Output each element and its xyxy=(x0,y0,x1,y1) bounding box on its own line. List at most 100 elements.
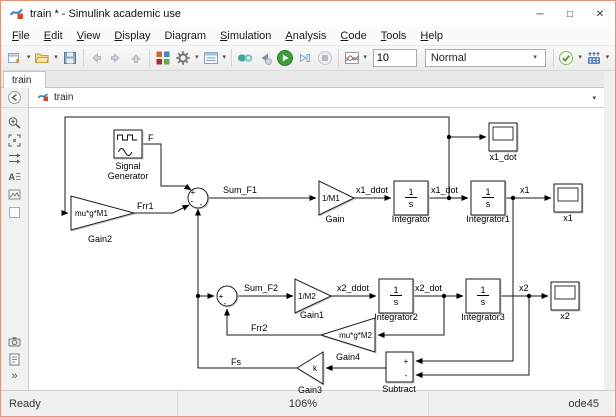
block-integrator[interactable]: 1 s Integrator xyxy=(392,181,431,224)
block-scope-x2[interactable]: x2 xyxy=(551,282,579,321)
data-inspector-dropdown-icon[interactable]: ▾ xyxy=(362,48,369,68)
palette-sidebar: A » xyxy=(1,88,29,390)
gain4-expression: mu*g*M2 xyxy=(339,331,372,340)
tab-train[interactable]: train xyxy=(3,71,46,88)
simulation-data-inspector-button[interactable] xyxy=(342,48,362,68)
signal-label-x2-ddot: x2_ddot xyxy=(337,283,370,293)
block-scope-x1-dot[interactable]: x1_dot xyxy=(489,123,517,162)
svg-text:Generator: Generator xyxy=(108,171,149,181)
open-button[interactable] xyxy=(32,48,52,68)
build-dropdown-icon[interactable]: ▾ xyxy=(604,48,611,68)
block-gain1[interactable]: 1/M2 Gain1 xyxy=(295,279,331,320)
model-settings-gear-button[interactable] xyxy=(173,48,193,68)
close-button[interactable]: ✕ xyxy=(585,1,615,27)
model-advisor-dropdown-icon[interactable]: ▾ xyxy=(576,48,583,68)
signal-routing-icon[interactable] xyxy=(7,151,22,166)
toolbar-separator xyxy=(338,49,339,67)
menu-help[interactable]: Help xyxy=(413,30,450,42)
block-sum2[interactable]: + - xyxy=(217,286,237,308)
maximize-button[interactable]: □ xyxy=(555,1,585,27)
up-to-parent-button[interactable] xyxy=(126,48,146,68)
toolbar-separator xyxy=(553,49,554,67)
tab-label: train xyxy=(12,75,31,86)
menu-file[interactable]: File xyxy=(5,30,37,42)
block-gain3[interactable]: k Gain3 xyxy=(297,352,323,395)
block-integrator2[interactable]: 1 s Integrator2 xyxy=(374,279,418,322)
configuration-dropdown-icon[interactable]: ▾ xyxy=(221,48,228,68)
screenshot-report-icon[interactable] xyxy=(7,352,22,367)
new-model-button[interactable] xyxy=(5,48,25,68)
breadcrumb-dropdown-icon[interactable]: ▾ xyxy=(592,94,596,102)
gain-label: Gain xyxy=(325,214,344,224)
block-gain4[interactable]: mu*g*M2 Gain4 xyxy=(321,318,375,362)
stop-time-input[interactable] xyxy=(373,49,417,67)
menu-code[interactable]: Code xyxy=(333,30,373,42)
step-forward-button[interactable] xyxy=(295,48,315,68)
sim-mode-select[interactable]: Normal ▾ xyxy=(425,49,546,67)
back-button[interactable] xyxy=(86,48,106,68)
signal-label-frr1: Frr1 xyxy=(137,201,154,211)
stop-button[interactable] xyxy=(315,48,335,68)
menu-display[interactable]: Display xyxy=(107,30,157,42)
menu-edit[interactable]: Edit xyxy=(37,30,70,42)
palette-more-icon[interactable]: » xyxy=(11,371,17,382)
signal-label-x1: x1 xyxy=(520,185,530,195)
block-integrator1[interactable]: 1 s Integrator1 xyxy=(466,181,510,224)
image-annotation-icon[interactable] xyxy=(7,187,22,202)
build-button[interactable] xyxy=(584,48,604,68)
block-integrator3[interactable]: 1 s Integrator3 xyxy=(461,279,505,322)
gain3-label: Gain3 xyxy=(298,385,322,395)
annotation-icon[interactable]: A xyxy=(7,169,22,184)
breadcrumb[interactable]: train ▾ xyxy=(29,88,604,108)
fit-to-view-icon[interactable] xyxy=(7,133,22,148)
block-gain[interactable]: 1/M1 Gain xyxy=(319,181,354,224)
run-button[interactable] xyxy=(275,48,295,68)
area-box-icon[interactable] xyxy=(7,205,22,220)
title-bar: train * - Simulink academic use ─ □ ✕ xyxy=(1,1,615,27)
signal-label-sum-f2: Sum_F2 xyxy=(244,283,278,293)
new-model-dropdown-icon[interactable]: ▾ xyxy=(25,48,32,68)
menu-bar: FileEditViewDisplayDiagramSimulationAnal… xyxy=(1,27,615,46)
svg-text:1: 1 xyxy=(408,187,413,197)
connect-hardware-button[interactable] xyxy=(235,48,255,68)
menu-tools[interactable]: Tools xyxy=(374,30,414,42)
menu-analysis[interactable]: Analysis xyxy=(278,30,333,42)
signal-label-x1-dot: x1_dot xyxy=(431,185,459,195)
block-signal-generator[interactable]: Signal Generator xyxy=(108,130,149,181)
scope-x1-label: x1 xyxy=(563,213,573,223)
toolbar-separator xyxy=(149,49,150,67)
block-subtract[interactable]: + - Subtract xyxy=(382,352,416,394)
save-button[interactable] xyxy=(60,48,80,68)
menu-diagram[interactable]: Diagram xyxy=(157,30,213,42)
breadcrumb-back-button[interactable] xyxy=(1,88,28,108)
model-canvas[interactable]: Signal Generator mu*g*M1 Gain2 + - xyxy=(29,108,604,390)
zoom-icon[interactable] xyxy=(7,115,22,130)
gear-dropdown-icon[interactable]: ▾ xyxy=(193,48,200,68)
open-dropdown-icon[interactable]: ▾ xyxy=(52,48,59,68)
main-toolbar: ▾ ▾ ▾ ▾ xyxy=(1,46,615,71)
svg-text:1: 1 xyxy=(393,285,398,295)
sim-mode-dropdown-icon[interactable]: ▾ xyxy=(531,48,540,68)
model-configuration-button[interactable] xyxy=(201,48,221,68)
sum2-sign-bottom: - xyxy=(224,299,227,308)
gain4-label: Gain4 xyxy=(336,352,360,362)
forward-button[interactable] xyxy=(106,48,126,68)
menu-view[interactable]: View xyxy=(70,30,108,42)
step-back-button[interactable] xyxy=(255,48,275,68)
camera-icon[interactable] xyxy=(7,334,22,349)
block-sum1[interactable]: + - - xyxy=(188,188,208,209)
sim-mode-value: Normal xyxy=(431,52,466,64)
integrator1-label: Integrator1 xyxy=(466,214,510,224)
gain2-expression: mu*g*M1 xyxy=(75,209,108,218)
model-file-icon xyxy=(37,90,49,105)
menu-simulation[interactable]: Simulation xyxy=(213,30,278,42)
block-gain2[interactable]: mu*g*M1 Gain2 xyxy=(71,196,134,244)
simulink-window: train * - Simulink academic use ─ □ ✕ Fi… xyxy=(0,0,616,417)
minimize-button[interactable]: ─ xyxy=(525,1,555,27)
library-browser-button[interactable] xyxy=(153,48,173,68)
block-scope-x1[interactable]: x1 xyxy=(554,184,582,223)
subtract-label: Subtract xyxy=(382,384,416,394)
svg-text:s: s xyxy=(394,297,399,307)
model-advisor-button[interactable] xyxy=(556,48,576,68)
signal-label-sum-f1: Sum_F1 xyxy=(223,185,257,195)
